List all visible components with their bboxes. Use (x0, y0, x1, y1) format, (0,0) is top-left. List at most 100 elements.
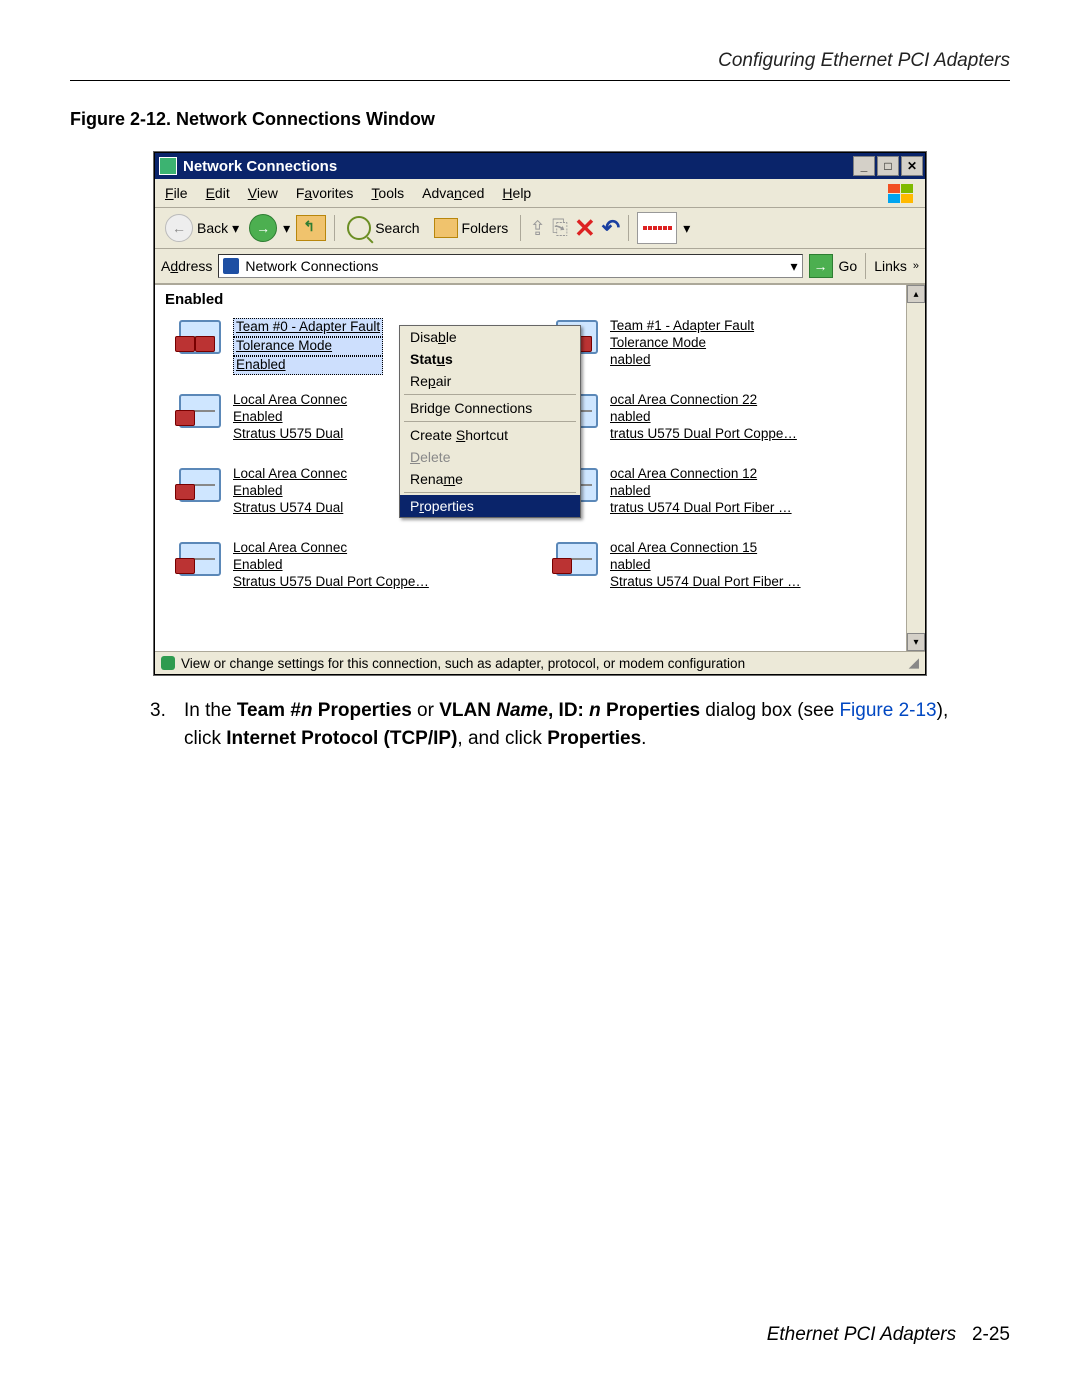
separator (520, 215, 521, 241)
address-label: Address (161, 258, 212, 274)
item-line3: Stratus U575 Dual (233, 426, 347, 443)
ctx-disable[interactable]: Disable (400, 326, 580, 348)
ctx-bridge[interactable]: Bridge Connections (400, 397, 580, 419)
ctx-separator (404, 492, 576, 493)
close-button[interactable]: ✕ (901, 156, 923, 176)
minimize-button[interactable]: _ (853, 156, 875, 176)
undo-icon[interactable]: ↶ (602, 215, 620, 241)
ctx-separator (404, 421, 576, 422)
connection-lac-22[interactable]: ocal Area Connection 22 nabled tratus U5… (550, 392, 907, 462)
menu-tools[interactable]: Tools (371, 185, 404, 201)
forward-button[interactable]: → (249, 214, 277, 242)
go-label: Go (839, 258, 858, 274)
ctx-shortcut[interactable]: Create Shortcut (400, 424, 580, 446)
nic-icon (550, 540, 600, 576)
t: . (641, 728, 646, 749)
dropdown-icon[interactable]: ▾ (790, 258, 797, 275)
t: Properties (601, 700, 700, 721)
connection-lac-12[interactable]: ocal Area Connection 12 nabled tratus U5… (550, 466, 907, 536)
t: VLAN (439, 700, 496, 721)
nic-icon (173, 540, 223, 576)
content-area: Enabled Team #0 - Adapter Fault Toleranc… (155, 284, 925, 651)
resize-grip-icon[interactable]: ◢ (909, 655, 919, 671)
item-line3: tratus U574 Dual Port Fiber … (610, 500, 792, 517)
nic-icon (173, 392, 223, 428)
item-line1: ocal Area Connection 15 (610, 540, 801, 557)
t: Properties (313, 700, 412, 721)
item-line2: Enabled (233, 483, 347, 500)
scroll-up-icon[interactable]: ▴ (907, 285, 925, 303)
folders-button[interactable]: Folders (430, 216, 513, 240)
menu-file[interactable]: File (165, 185, 188, 201)
maximize-button[interactable]: □ (877, 156, 899, 176)
scroll-down-icon[interactable]: ▾ (907, 633, 925, 651)
separator (865, 253, 866, 279)
dropdown-icon: ▾ (232, 220, 239, 237)
item-line1: ocal Area Connection 22 (610, 392, 797, 409)
connection-lac-15[interactable]: ocal Area Connection 15 nabled Stratus U… (550, 540, 907, 610)
screenshot-container: Network Connections _ □ ✕ File Edit View… (70, 152, 1010, 675)
ctx-repair[interactable]: Repair (400, 370, 580, 392)
context-menu: Disable Status Repair Bridge Connections… (399, 325, 581, 518)
status-icon (161, 656, 175, 670)
menubar: File Edit View Favorites Tools Advanced … (155, 179, 925, 208)
item-line2: Enabled (233, 557, 429, 574)
folders-label: Folders (462, 220, 509, 236)
page-header: Configuring Ethernet PCI Adapters (70, 50, 1010, 72)
search-label: Search (375, 220, 419, 236)
menu-favorites[interactable]: Favorites (296, 185, 354, 201)
item-line2: nabled (610, 557, 801, 574)
separator (628, 215, 629, 241)
menu-advanced[interactable]: Advanced (422, 185, 484, 201)
footer-label: Ethernet PCI Adapters (767, 1324, 956, 1345)
window-icon (159, 157, 177, 175)
views-button[interactable] (637, 212, 677, 244)
item-line2: Tolerance Mode (233, 337, 383, 356)
chevron-icon[interactable]: » (913, 260, 919, 272)
item-line2: Tolerance Mode (610, 335, 754, 352)
back-button[interactable]: ← Back ▾ (161, 212, 243, 244)
menu-help[interactable]: Help (502, 185, 531, 201)
back-icon: ← (165, 214, 193, 242)
window-controls: _ □ ✕ (853, 156, 923, 176)
dropdown-icon[interactable]: ▾ (683, 220, 690, 237)
go-button[interactable]: → (809, 254, 833, 278)
ctx-rename[interactable]: Rename (400, 468, 580, 490)
search-button[interactable]: Search (343, 214, 423, 242)
ctx-separator (404, 394, 576, 395)
t: or (412, 700, 439, 721)
search-icon (347, 216, 371, 240)
instruction-step-3: 3. In the Team #n Properties or VLAN Nam… (150, 697, 970, 752)
connection-lac-left-3[interactable]: Local Area Connec Enabled Stratus U575 D… (173, 540, 530, 610)
dropdown-icon[interactable]: ▾ (283, 220, 290, 237)
nic-icon (173, 466, 223, 502)
address-value: Network Connections (245, 258, 378, 274)
item-line2: Enabled (233, 409, 347, 426)
connection-team1[interactable]: Team #1 - Adapter Fault Tolerance Mode n… (550, 318, 907, 388)
network-icon (223, 258, 239, 274)
titlebar: Network Connections _ □ ✕ (155, 153, 925, 179)
up-folder-button[interactable] (296, 215, 326, 241)
item-line3: tratus U575 Dual Port Coppe… (610, 426, 797, 443)
back-label: Back (197, 220, 228, 236)
item-line3: Stratus U575 Dual Port Coppe… (233, 574, 429, 591)
statusbar: View or change settings for this connect… (155, 651, 925, 674)
address-input[interactable]: Network Connections ▾ (218, 254, 802, 278)
vertical-scrollbar[interactable]: ▴ ▾ (906, 285, 925, 651)
figure-link[interactable]: Figure 2-13 (839, 700, 936, 721)
t: Team # (237, 700, 301, 721)
item-line3: Enabled (233, 356, 383, 375)
move-icon[interactable]: ⇪ (529, 216, 546, 241)
copy-icon[interactable]: ⎘ (552, 217, 568, 240)
ctx-properties[interactable]: Properties (400, 495, 580, 517)
status-text: View or change settings for this connect… (181, 656, 745, 671)
menu-edit[interactable]: Edit (206, 185, 230, 201)
t: In the (184, 700, 237, 721)
header-rule (70, 80, 1010, 81)
ctx-status[interactable]: Status (400, 348, 580, 370)
delete-icon[interactable]: ✕ (574, 218, 596, 238)
windows-flag-icon (887, 183, 915, 203)
menu-view[interactable]: View (248, 185, 278, 201)
t: dialog box (see (700, 700, 839, 721)
links-label[interactable]: Links (874, 258, 907, 274)
